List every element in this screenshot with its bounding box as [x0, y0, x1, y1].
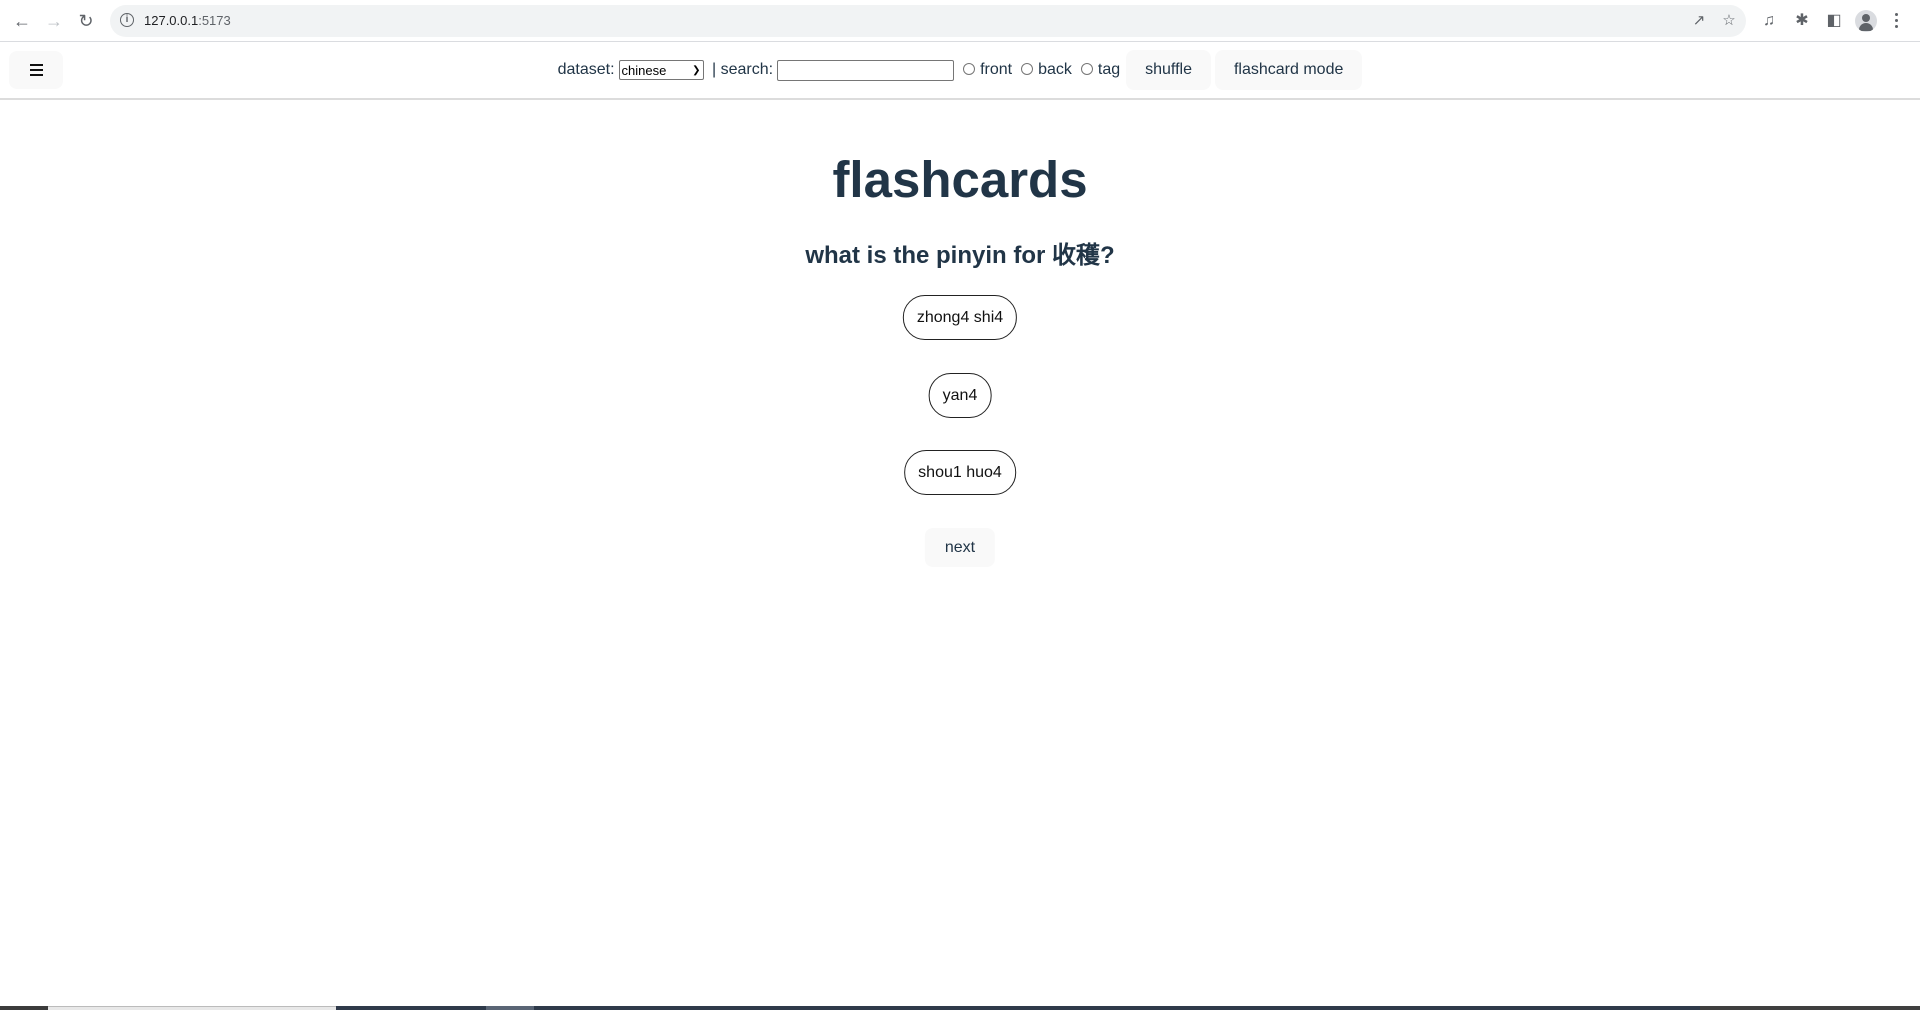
flashcard-mode-button[interactable]: flashcard mode [1214, 50, 1363, 90]
search-input[interactable] [777, 59, 955, 81]
extensions-puzzle-icon[interactable]: ✱ [1792, 11, 1812, 31]
taskbar-segment [0, 1006, 48, 1010]
os-taskbar [0, 1006, 1920, 1010]
extension-music-icon[interactable]: ♫ [1759, 11, 1779, 31]
answer-option[interactable]: shou1 huo4 [904, 450, 1016, 495]
radio-tag-label: tag [1097, 61, 1121, 78]
question-text: what is the pinyin for 收穫? [805, 242, 1115, 269]
forward-arrow-icon[interactable]: → [41, 8, 67, 34]
shuffle-button[interactable]: shuffle [1126, 50, 1211, 90]
hamburger-icon [29, 64, 43, 76]
more-menu-icon[interactable] [1895, 13, 1899, 31]
taskbar-app-active[interactable] [486, 1006, 534, 1010]
dataset-label: dataset: [557, 61, 615, 78]
dataset-select[interactable]: chinese ❯ [618, 60, 704, 80]
taskbar-tray [1700, 1006, 1920, 1010]
back-arrow-icon[interactable]: ← [9, 8, 35, 34]
search-label: | search: [707, 61, 774, 78]
radio-back[interactable] [1021, 63, 1034, 75]
menu-button[interactable] [9, 51, 63, 89]
app-header: dataset: chinese ❯ | search: front back … [0, 42, 1920, 100]
dataset-selected-value: chinese [621, 62, 667, 78]
profile-avatar-icon[interactable] [1855, 10, 1877, 32]
radio-tag[interactable] [1080, 63, 1093, 75]
url-port: :5173 [198, 13, 231, 28]
address-bar[interactable]: i 127.0.0.1:5173 ↗ ☆ [110, 5, 1746, 37]
page-title: flashcards [832, 151, 1088, 208]
url-text: 127.0.0.1:5173 [144, 13, 231, 28]
site-info-icon[interactable]: i [120, 13, 134, 27]
bookmark-star-icon[interactable]: ☆ [1720, 12, 1738, 30]
browser-toolbar: ← → ↻ i 127.0.0.1:5173 ↗ ☆ ♫ ✱ ◧ [0, 0, 1920, 42]
answer-option[interactable]: zhong4 shi4 [902, 295, 1018, 340]
taskbar-search[interactable] [48, 1006, 336, 1010]
url-host: 127.0.0.1 [144, 13, 199, 28]
radio-back-label: back [1038, 61, 1072, 78]
next-button[interactable]: next [924, 528, 996, 567]
radio-back-group[interactable]: back [1012, 61, 1072, 79]
radio-front-label: front [980, 61, 1013, 78]
controls-bar: dataset: chinese ❯ | search: front back … [0, 42, 1920, 98]
share-icon[interactable]: ↗ [1690, 12, 1708, 30]
answer-option[interactable]: yan4 [928, 373, 992, 418]
chevron-down-icon: ❯ [692, 64, 701, 76]
radio-front[interactable] [963, 63, 976, 75]
radio-front-group[interactable]: front [954, 61, 1012, 79]
radio-tag-group[interactable]: tag [1072, 61, 1120, 79]
side-panel-icon[interactable]: ◧ [1824, 11, 1844, 31]
reload-icon[interactable]: ↻ [73, 8, 99, 34]
